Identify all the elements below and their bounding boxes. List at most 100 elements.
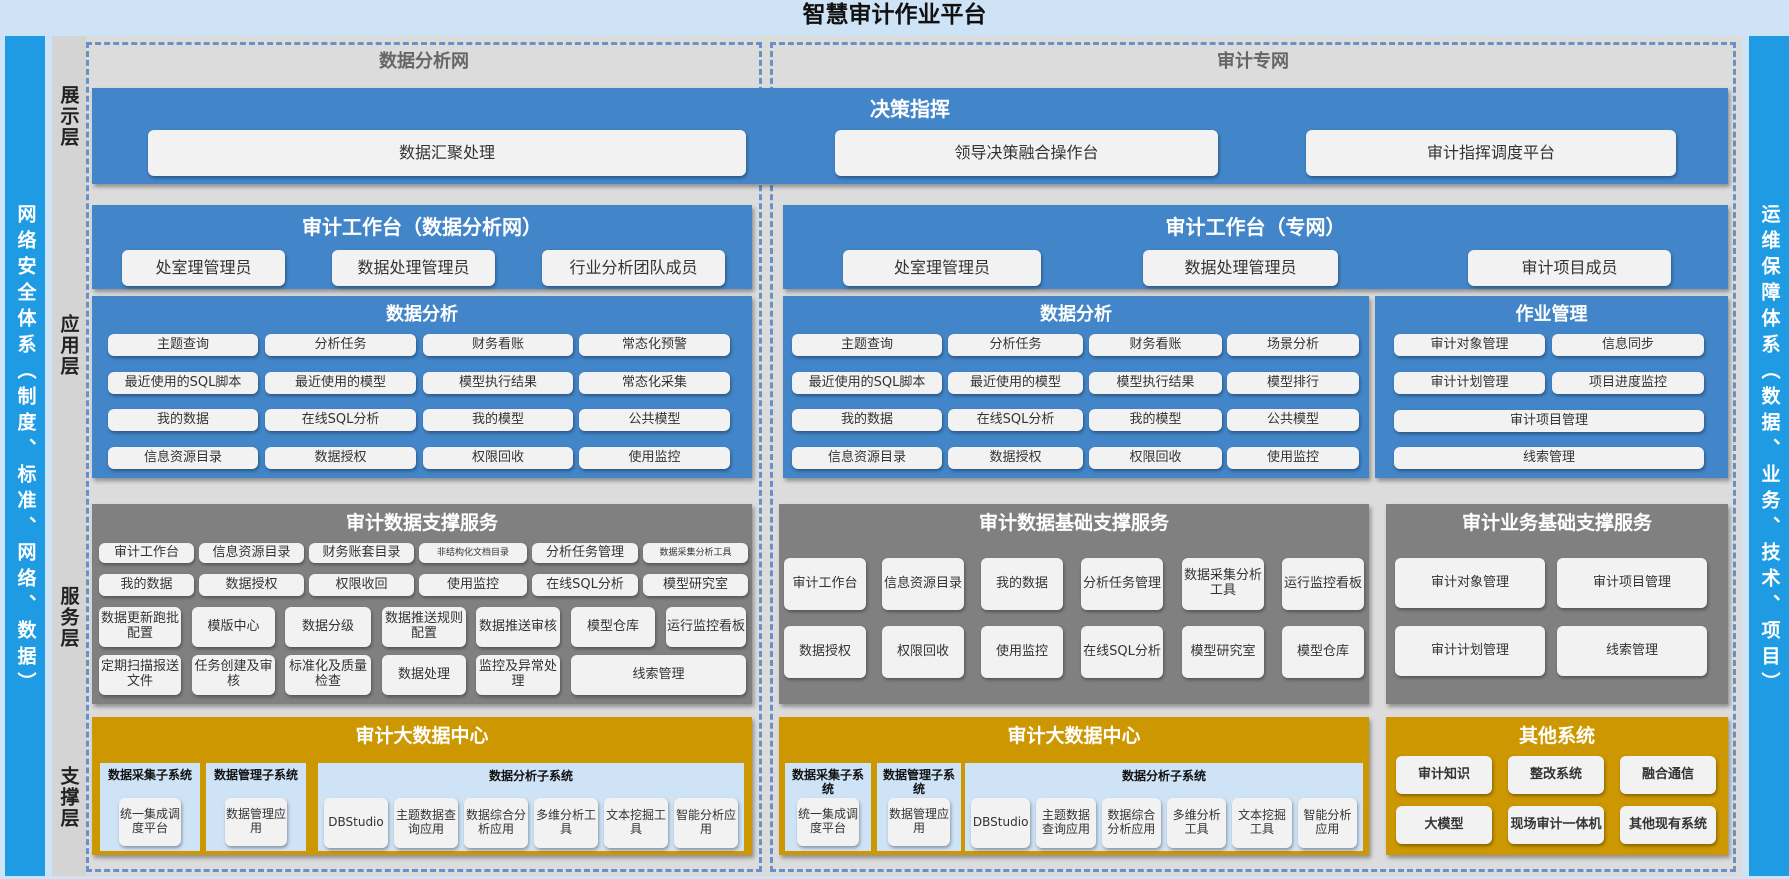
service-item[interactable]: 我的数据	[981, 558, 1063, 610]
analysis-item[interactable]: 主题查询	[792, 334, 942, 356]
analysis-item[interactable]: 数据授权	[265, 447, 416, 469]
other-system-item[interactable]: 审计知识	[1396, 756, 1492, 794]
role-button[interactable]: 处室理管理员	[122, 250, 285, 286]
analysis-item[interactable]: 模型执行结果	[1089, 372, 1222, 394]
other-system-item[interactable]: 融合通信	[1620, 756, 1716, 794]
service-item[interactable]: 分析任务管理	[1081, 558, 1163, 610]
service-item[interactable]: 财务账套目录	[309, 543, 414, 563]
service-item[interactable]: 监控及异常处理	[476, 655, 560, 695]
analysis-item[interactable]: 在线SQL分析	[948, 409, 1083, 431]
analysis-item[interactable]: 我的模型	[423, 409, 573, 431]
job-item[interactable]: 信息同步	[1552, 334, 1704, 356]
service-item[interactable]: 线索管理	[571, 655, 746, 695]
service-item[interactable]: 数据处理	[382, 655, 466, 695]
role-button[interactable]: 审计项目成员	[1468, 250, 1671, 286]
analysis-item[interactable]: 分析任务	[265, 334, 416, 356]
analysis-item[interactable]: 智能分析应用	[674, 798, 738, 848]
other-system-item[interactable]: 大模型	[1396, 806, 1492, 844]
job-item[interactable]: 审计项目管理	[1394, 410, 1704, 432]
analysis-item[interactable]: 信息资源目录	[792, 447, 942, 469]
service-item[interactable]: 模型仓库	[571, 607, 655, 647]
service-item[interactable]: 审计工作台	[784, 558, 866, 610]
analysis-item[interactable]: 模型排行	[1227, 372, 1359, 394]
display-item[interactable]: 领导决策融合操作台	[835, 130, 1218, 176]
service-item[interactable]: 权限收回	[309, 574, 414, 596]
analysis-item[interactable]: 最近使用的SQL脚本	[108, 372, 258, 394]
service-item[interactable]: 数据采集分析工具	[1182, 558, 1264, 610]
service-item[interactable]: 定期扫描报送文件	[99, 655, 181, 695]
service-item[interactable]: 线索管理	[1557, 626, 1707, 676]
analysis-item[interactable]: 常态化预警	[579, 334, 730, 356]
service-item[interactable]: 审计项目管理	[1557, 558, 1707, 608]
service-item[interactable]: 模版中心	[192, 607, 275, 647]
analysis-item[interactable]: 多维分析工具	[1167, 798, 1227, 848]
service-item[interactable]: 模型仓库	[1282, 626, 1364, 678]
analysis-item[interactable]: 常态化采集	[579, 372, 730, 394]
service-item[interactable]: 数据推送审核	[476, 607, 560, 647]
collect-item[interactable]: 统一集成调度平台	[797, 798, 859, 846]
analysis-item[interactable]: 主题数据查询应用	[394, 798, 458, 848]
analysis-item[interactable]: 主题查询	[108, 334, 258, 356]
service-item[interactable]: 信息资源目录	[882, 558, 964, 610]
analysis-item[interactable]: 多维分析工具	[534, 798, 598, 848]
role-button[interactable]: 数据处理管理员	[332, 250, 495, 286]
analysis-item[interactable]: 分析任务	[948, 334, 1083, 356]
display-item[interactable]: 审计指挥调度平台	[1306, 130, 1676, 176]
analysis-item[interactable]: 文本挖掘工具	[604, 798, 668, 848]
service-item[interactable]: 数据授权	[199, 574, 304, 596]
analysis-item[interactable]: DBStudio	[971, 798, 1031, 848]
analysis-item[interactable]: 场景分析	[1227, 334, 1359, 356]
analysis-item[interactable]: 数据综合分析应用	[1101, 798, 1161, 848]
service-item[interactable]: 我的数据	[99, 574, 194, 596]
service-item[interactable]: 任务创建及审核	[192, 655, 275, 695]
role-button[interactable]: 数据处理管理员	[1143, 250, 1338, 286]
analysis-item[interactable]: 公共模型	[1227, 409, 1359, 431]
analysis-item[interactable]: 使用监控	[1227, 447, 1359, 469]
analysis-item[interactable]: 公共模型	[579, 409, 730, 431]
service-item[interactable]: 运行监控看板	[1282, 558, 1364, 610]
analysis-item[interactable]: 我的数据	[792, 409, 942, 431]
service-item[interactable]: 权限回收	[882, 626, 964, 678]
analysis-item[interactable]: 在线SQL分析	[265, 409, 416, 431]
display-item[interactable]: 数据汇聚处理	[148, 130, 746, 176]
job-item[interactable]: 审计计划管理	[1394, 372, 1545, 394]
analysis-item[interactable]: 最近使用的SQL脚本	[792, 372, 942, 394]
service-item[interactable]: 数据分级	[285, 607, 371, 647]
analysis-item[interactable]: 最近使用的模型	[948, 372, 1083, 394]
service-item[interactable]: 在线SQL分析	[1081, 626, 1163, 678]
service-item[interactable]: 数据推送规则配置	[382, 607, 466, 647]
analysis-item[interactable]: 文本挖掘工具	[1232, 798, 1292, 848]
service-item[interactable]: 数据采集分析工具	[643, 543, 748, 563]
analysis-item[interactable]: 主题数据查询应用	[1036, 798, 1096, 848]
service-item[interactable]: 使用监控	[419, 574, 527, 596]
analysis-item[interactable]: 数据综合分析应用	[464, 798, 528, 848]
service-item[interactable]: 数据授权	[784, 626, 866, 678]
analysis-item[interactable]: 信息资源目录	[108, 447, 258, 469]
analysis-item[interactable]: 我的数据	[108, 409, 258, 431]
other-system-item[interactable]: 其他现有系统	[1620, 806, 1716, 844]
manage-item[interactable]: 数据管理应用	[888, 798, 950, 846]
role-button[interactable]: 处室理管理员	[843, 250, 1041, 286]
analysis-item[interactable]: 权限回收	[423, 447, 573, 469]
service-item[interactable]: 审计对象管理	[1395, 558, 1545, 608]
service-item[interactable]: 审计工作台	[99, 543, 194, 563]
analysis-item[interactable]: 财务看账	[423, 334, 573, 356]
analysis-item[interactable]: 财务看账	[1089, 334, 1222, 356]
analysis-item[interactable]: 模型执行结果	[423, 372, 573, 394]
service-item[interactable]: 数据更新跑批配置	[99, 607, 181, 647]
role-button[interactable]: 行业分析团队成员	[542, 250, 725, 286]
service-item[interactable]: 模型研究室	[643, 574, 748, 596]
service-item[interactable]: 使用监控	[981, 626, 1063, 678]
service-item[interactable]: 标准化及质量检查	[285, 655, 371, 695]
analysis-item[interactable]: 智能分析应用	[1297, 798, 1357, 848]
service-item[interactable]: 非结构化文档目录	[419, 543, 527, 563]
service-item[interactable]: 在线SQL分析	[532, 574, 638, 596]
analysis-item[interactable]: 我的模型	[1089, 409, 1222, 431]
service-item[interactable]: 信息资源目录	[199, 543, 304, 563]
analysis-item[interactable]: DBStudio	[324, 798, 388, 848]
manage-item[interactable]: 数据管理应用	[225, 798, 287, 846]
service-item[interactable]: 分析任务管理	[532, 543, 638, 563]
analysis-item[interactable]: 最近使用的模型	[265, 372, 416, 394]
service-item[interactable]: 运行监控看板	[666, 607, 746, 647]
other-system-item[interactable]: 现场审计一体机	[1508, 806, 1604, 844]
